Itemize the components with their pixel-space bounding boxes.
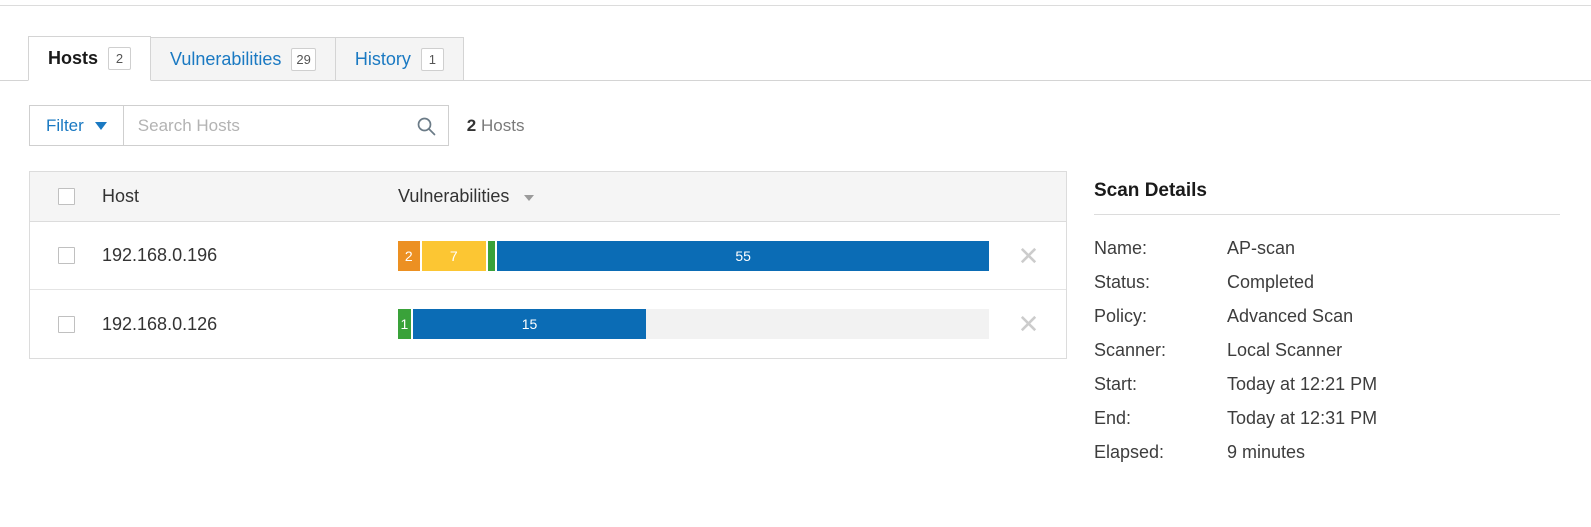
close-icon[interactable]: ✕: [1018, 243, 1040, 269]
vulnerability-bar-cell: 2 7 55: [398, 241, 991, 271]
column-header-host-label: Host: [102, 186, 139, 206]
detail-row-elapsed: Elapsed: 9 minutes: [1094, 435, 1564, 469]
tab-history[interactable]: History 1: [335, 37, 464, 81]
segment-label: 15: [522, 316, 538, 332]
vulnerability-stacked-bar: 1 15: [398, 309, 989, 339]
tab-strip: Hosts 2 Vulnerabilities 29 History 1: [0, 36, 1591, 81]
tab-vulnerabilities-label: Vulnerabilities: [170, 49, 281, 70]
detail-row-name: Name: AP-scan: [1094, 231, 1564, 265]
severity-segment-low[interactable]: [488, 241, 497, 271]
top-divider: [0, 5, 1591, 6]
row-actions-cell: ✕: [991, 311, 1066, 337]
severity-segment-info[interactable]: 55: [497, 241, 989, 271]
host-address: 192.168.0.126: [102, 314, 398, 335]
scan-details-panel: Scan Details Name: AP-scan Status: Compl…: [1094, 180, 1564, 469]
detail-value: AP-scan: [1227, 238, 1295, 259]
chevron-down-icon: [95, 122, 107, 130]
column-header-vulnerabilities-label: Vulnerabilities: [398, 186, 509, 206]
tab-hosts-count: 2: [108, 47, 131, 70]
row-select-cell: [30, 316, 102, 333]
detail-key: Policy:: [1094, 306, 1227, 327]
detail-value: Today at 12:21 PM: [1227, 374, 1377, 395]
detail-value: Local Scanner: [1227, 340, 1342, 361]
scan-details-divider: [1094, 214, 1560, 215]
search-input[interactable]: [124, 106, 448, 145]
tab-vulnerabilities[interactable]: Vulnerabilities 29: [150, 37, 336, 81]
scan-details-title: Scan Details: [1094, 180, 1564, 214]
result-count: 2 Hosts: [467, 116, 525, 136]
row-select-cell: [30, 247, 102, 264]
segment-label: 7: [450, 248, 458, 264]
severity-segment-low[interactable]: 1: [398, 309, 413, 339]
host-address: 192.168.0.196: [102, 245, 398, 266]
detail-value: Completed: [1227, 272, 1314, 293]
row-checkbox[interactable]: [58, 316, 75, 333]
detail-key: Elapsed:: [1094, 442, 1227, 463]
detail-row-end: End: Today at 12:31 PM: [1094, 401, 1564, 435]
segment-label: 2: [405, 248, 413, 264]
select-all-cell: [30, 188, 102, 205]
table-row[interactable]: 192.168.0.196 2 7 55 ✕: [30, 222, 1066, 290]
severity-segment-high[interactable]: 2: [398, 241, 422, 271]
table-row[interactable]: 192.168.0.126 1 15 ✕: [30, 290, 1066, 358]
scan-details-list: Name: AP-scan Status: Completed Policy: …: [1094, 231, 1564, 469]
select-all-checkbox[interactable]: [58, 188, 75, 205]
search-icon[interactable]: [416, 116, 436, 136]
table-header-row: Host Vulnerabilities: [30, 172, 1066, 222]
column-header-vulnerabilities[interactable]: Vulnerabilities: [398, 186, 991, 207]
row-actions-cell: ✕: [991, 243, 1066, 269]
detail-row-scanner: Scanner: Local Scanner: [1094, 333, 1564, 367]
segment-label: 55: [735, 248, 751, 264]
tab-hosts[interactable]: Hosts 2: [28, 36, 151, 81]
scan-results-page: Hosts 2 Vulnerabilities 29 History 1 Fil…: [0, 0, 1591, 527]
vulnerability-stacked-bar: 2 7 55: [398, 241, 989, 271]
detail-key: Scanner:: [1094, 340, 1227, 361]
severity-segment-medium[interactable]: 7: [422, 241, 488, 271]
tab-history-label: History: [355, 49, 411, 70]
detail-row-policy: Policy: Advanced Scan: [1094, 299, 1564, 333]
detail-row-status: Status: Completed: [1094, 265, 1564, 299]
hosts-table: Host Vulnerabilities 192.168.0.196 2 7 5…: [29, 171, 1067, 359]
detail-key: End:: [1094, 408, 1227, 429]
detail-value: 9 minutes: [1227, 442, 1305, 463]
severity-segment-info[interactable]: 15: [413, 309, 646, 339]
sort-descending-icon: [524, 195, 534, 201]
result-count-noun: Hosts: [481, 116, 524, 135]
tab-history-count: 1: [421, 48, 444, 71]
result-count-number: 2: [467, 116, 476, 135]
row-checkbox[interactable]: [58, 247, 75, 264]
close-icon[interactable]: ✕: [1018, 311, 1040, 337]
filter-toolbar: Filter 2 Hosts: [29, 105, 524, 146]
detail-key: Name:: [1094, 238, 1227, 259]
tabs: Hosts 2 Vulnerabilities 29 History 1: [28, 36, 463, 81]
detail-key: Status:: [1094, 272, 1227, 293]
search-field-wrapper: [124, 105, 449, 146]
detail-value: Today at 12:31 PM: [1227, 408, 1377, 429]
detail-key: Start:: [1094, 374, 1227, 395]
column-header-host[interactable]: Host: [102, 186, 398, 207]
vulnerability-bar-cell: 1 15: [398, 309, 991, 339]
detail-row-start: Start: Today at 12:21 PM: [1094, 367, 1564, 401]
tab-vulnerabilities-count: 29: [291, 48, 315, 71]
filter-button[interactable]: Filter: [29, 105, 124, 146]
tab-hosts-label: Hosts: [48, 48, 98, 69]
detail-value: Advanced Scan: [1227, 306, 1353, 327]
segment-label: 1: [400, 316, 408, 332]
filter-button-label: Filter: [46, 116, 84, 136]
